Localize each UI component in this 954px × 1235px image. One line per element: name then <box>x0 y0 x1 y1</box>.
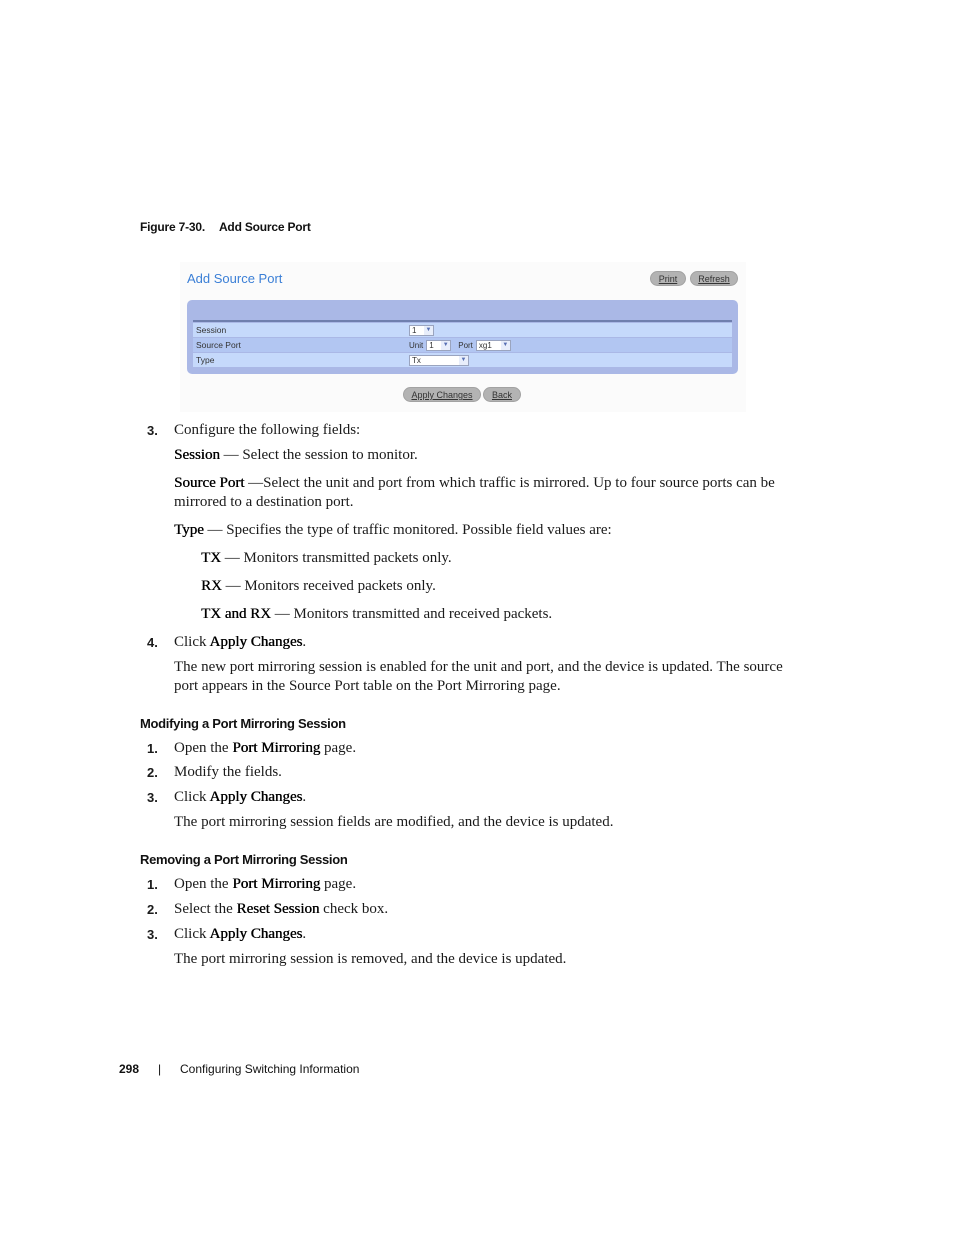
step-text: Open the Port Mirroring page. <box>174 739 356 759</box>
type-value-tx: TX — Monitors transmitted packets only. <box>201 549 452 569</box>
field-source-port-desc: Source Port —Select the unit and port fr… <box>174 474 775 494</box>
port-value: xg1 <box>478 340 492 350</box>
result-text-cont: port appears in the Source Port table on… <box>174 678 561 694</box>
figure-caption: Figure 7-30. Add Source Port <box>140 220 311 234</box>
chevron-down-icon: ▼ <box>441 340 451 350</box>
text: page. <box>320 876 357 892</box>
value-term: TX and RX <box>201 606 271 622</box>
text: Click <box>174 789 210 805</box>
field-desc: — Select the session to monitor. <box>219 447 418 463</box>
type-value-rx: RX — Monitors received packets only. <box>201 577 436 597</box>
figure-title: Add Source Port <box>218 220 311 234</box>
result-text: The port mirroring session is removed, a… <box>174 951 567 967</box>
footer-separator: | <box>158 1062 162 1076</box>
value-desc: — Monitors transmitted and received pack… <box>271 606 553 622</box>
session-row: Session 1 ▼ <box>193 323 732 337</box>
step-number: 3. <box>147 927 158 942</box>
ui-term: Apply Changes <box>209 789 303 805</box>
field-type-desc: Type — Specifies the type of traffic mon… <box>174 521 612 541</box>
type-row: Type Tx ▼ <box>193 353 732 367</box>
text: . <box>302 789 307 805</box>
refresh-button[interactable]: Refresh <box>690 271 738 286</box>
port-label: Port <box>458 340 473 350</box>
step-number: 1. <box>147 741 158 756</box>
value-term: RX <box>201 578 222 594</box>
step-number: 2. <box>147 765 158 780</box>
unit-select[interactable]: 1 ▼ <box>426 339 452 351</box>
footer-section-title: Configuring Switching Information <box>180 1062 360 1076</box>
value-term: TX <box>201 550 221 566</box>
type-select[interactable]: Tx ▼ <box>409 354 469 366</box>
step-text: Open the Port Mirroring page. <box>174 875 356 895</box>
step-text: Click Apply Changes. <box>174 925 306 945</box>
step-number: 2. <box>147 902 158 917</box>
session-label: Session <box>196 325 227 335</box>
field-source-port-desc-cont: mirrored to a destination port. <box>174 494 354 510</box>
apply-changes-button[interactable]: Apply Changes <box>403 387 481 402</box>
step-number: 3. <box>147 423 158 438</box>
port-select[interactable]: xg1 ▼ <box>475 339 511 351</box>
type-value-tx-rx: TX and RX — Monitors transmitted and rec… <box>201 605 552 625</box>
print-button[interactable]: Print <box>650 271 686 286</box>
session-value: 1 <box>412 325 417 335</box>
text: page. <box>320 740 357 756</box>
text: Select the <box>174 901 237 917</box>
text: Click <box>174 634 210 650</box>
form-panel: Session 1 ▼ Source Port Unit 1 ▼ Port xg… <box>187 300 738 374</box>
panel-divider <box>193 320 732 322</box>
field-desc: — Specifies the type of traffic monitore… <box>203 522 612 538</box>
session-select[interactable]: 1 ▼ <box>409 324 434 336</box>
ui-term: Port Mirroring <box>232 876 321 892</box>
step-text: Configure the following fields: <box>174 422 361 438</box>
type-label: Type <box>196 355 215 365</box>
text: check box. <box>319 901 389 917</box>
step-number: 1. <box>147 877 158 892</box>
ui-term: Reset Session <box>236 901 320 917</box>
field-term: Source Port <box>174 475 245 491</box>
value-desc: — Monitors received packets only. <box>221 578 436 594</box>
chevron-down-icon: ▼ <box>459 355 468 365</box>
text: Click <box>174 926 210 942</box>
field-term: Type <box>174 522 204 538</box>
field-session-desc: Session — Select the session to monitor. <box>174 446 418 466</box>
field-desc: —Select the unit and port from which tra… <box>244 475 775 491</box>
ui-term: Apply Changes <box>209 634 303 650</box>
source-port-row: Source Port Unit 1 ▼ Port xg1 ▼ <box>193 338 732 352</box>
page-number: 298 <box>119 1062 140 1076</box>
result-text: The new port mirroring session is enable… <box>174 659 783 675</box>
source-port-label: Source Port <box>196 340 241 350</box>
chevron-down-icon: ▼ <box>500 340 510 350</box>
figure-number: Figure 7-30. <box>140 220 205 234</box>
page-title: Add Source Port <box>187 271 283 286</box>
result-text: The port mirroring session fields are mo… <box>174 814 614 830</box>
add-source-port-screenshot: Add Source Port Print Refresh Session 1 … <box>180 262 746 412</box>
step-number: 4. <box>147 635 158 650</box>
ui-term: Apply Changes <box>209 926 303 942</box>
text: . <box>302 926 307 942</box>
back-button[interactable]: Back <box>483 387 521 402</box>
step-text: Click Apply Changes. <box>174 788 306 808</box>
section-heading-remove: Removing a Port Mirroring Session <box>140 852 348 867</box>
text: Open the <box>174 740 233 756</box>
step-text: Click Apply Changes. <box>174 633 306 653</box>
value-desc: — Monitors transmitted packets only. <box>221 550 452 566</box>
field-term: Session <box>174 447 220 463</box>
text: Open the <box>174 876 233 892</box>
unit-value: 1 <box>429 340 434 350</box>
section-heading-modify: Modifying a Port Mirroring Session <box>140 716 346 731</box>
type-value: Tx <box>412 355 421 365</box>
step-text: Modify the fields. <box>174 764 282 780</box>
step-number: 3. <box>147 790 158 805</box>
unit-label: Unit <box>409 340 424 350</box>
ui-term: Port Mirroring <box>232 740 321 756</box>
chevron-down-icon: ▼ <box>424 325 433 335</box>
step-text: Select the Reset Session check box. <box>174 900 388 920</box>
text: . <box>302 634 307 650</box>
